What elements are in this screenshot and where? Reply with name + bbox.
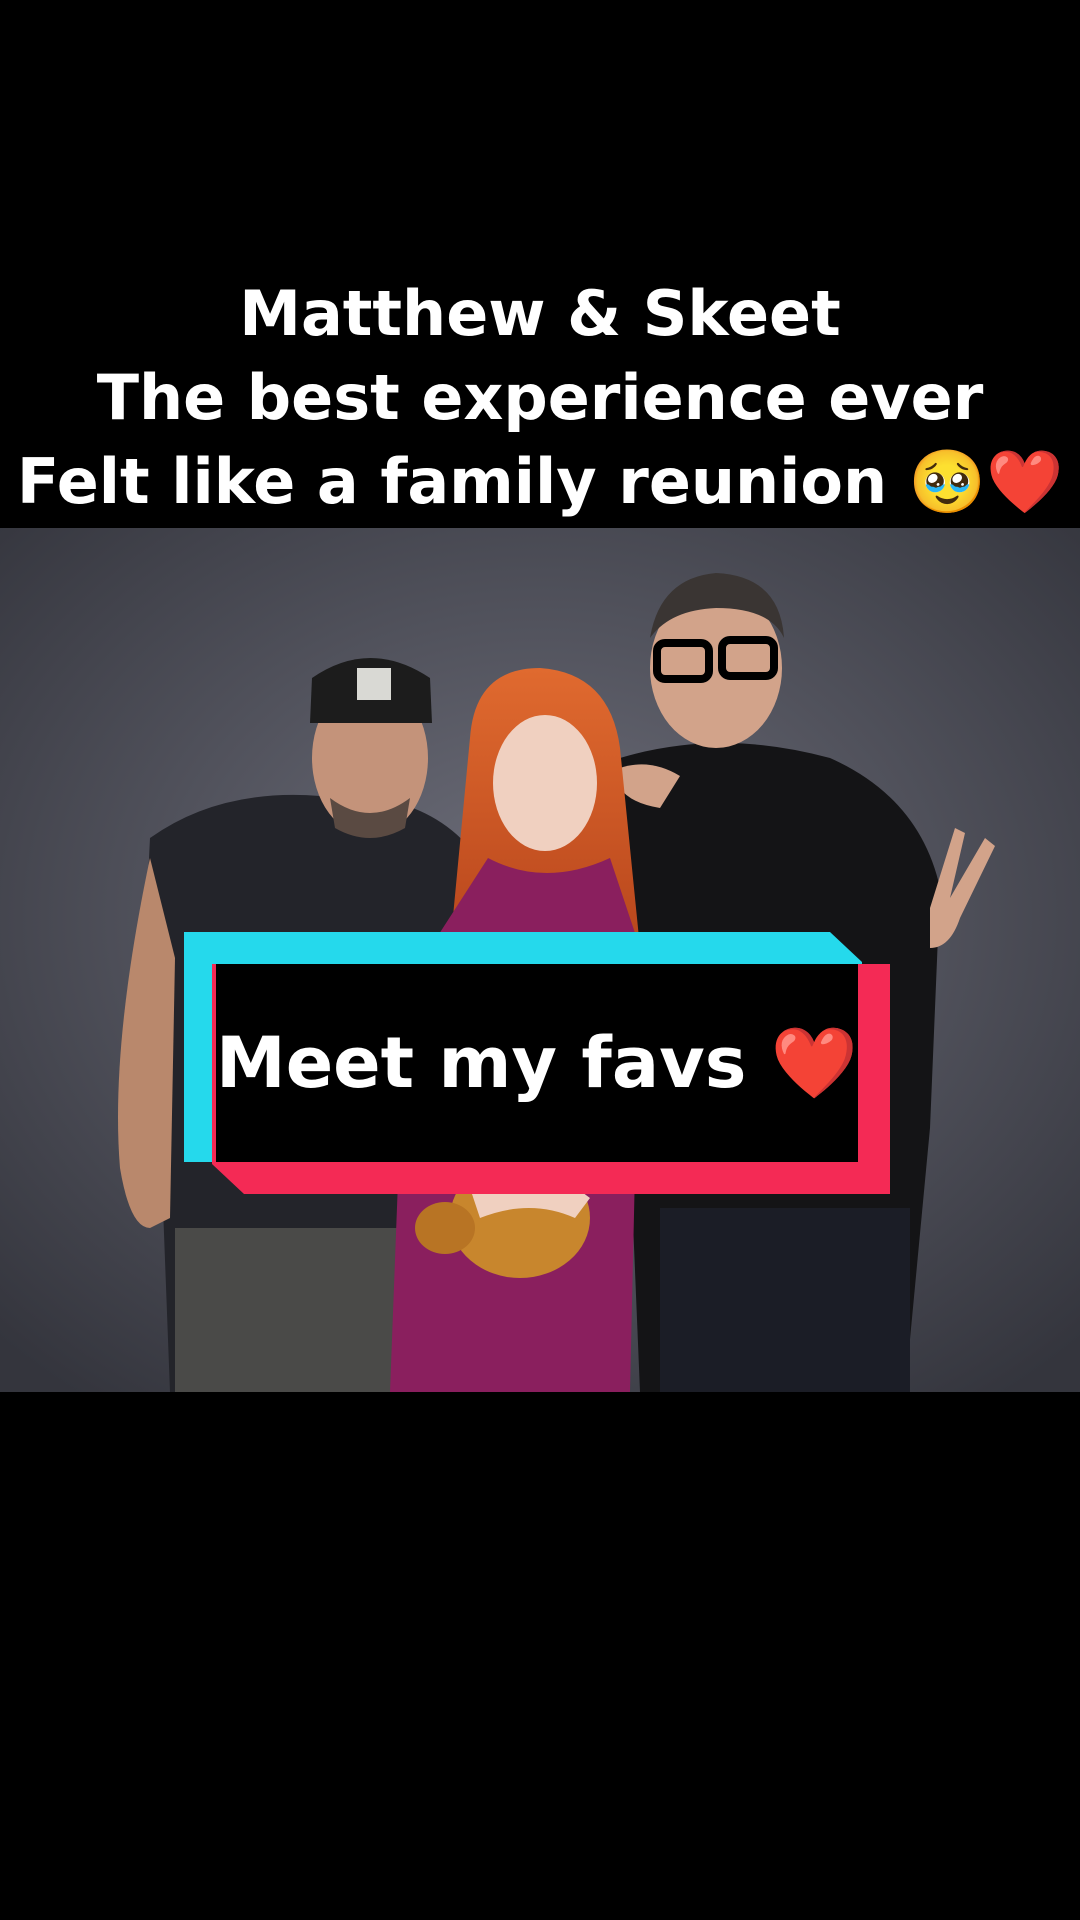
caption-line-3: Felt like a family reunion 🥹❤️ [16, 445, 1064, 518]
sticker-text: Meet my favs ❤️ [216, 1021, 858, 1104]
sticker-label: Meet my favs ❤️ [184, 932, 890, 1194]
caption-line-2: The best experience ever [96, 361, 984, 434]
sticker-box: Meet my favs ❤️ [216, 964, 858, 1162]
caption-text: Matthew & Skeet The best experience ever… [0, 272, 1080, 524]
caption-line-1: Matthew & Skeet [239, 277, 841, 350]
